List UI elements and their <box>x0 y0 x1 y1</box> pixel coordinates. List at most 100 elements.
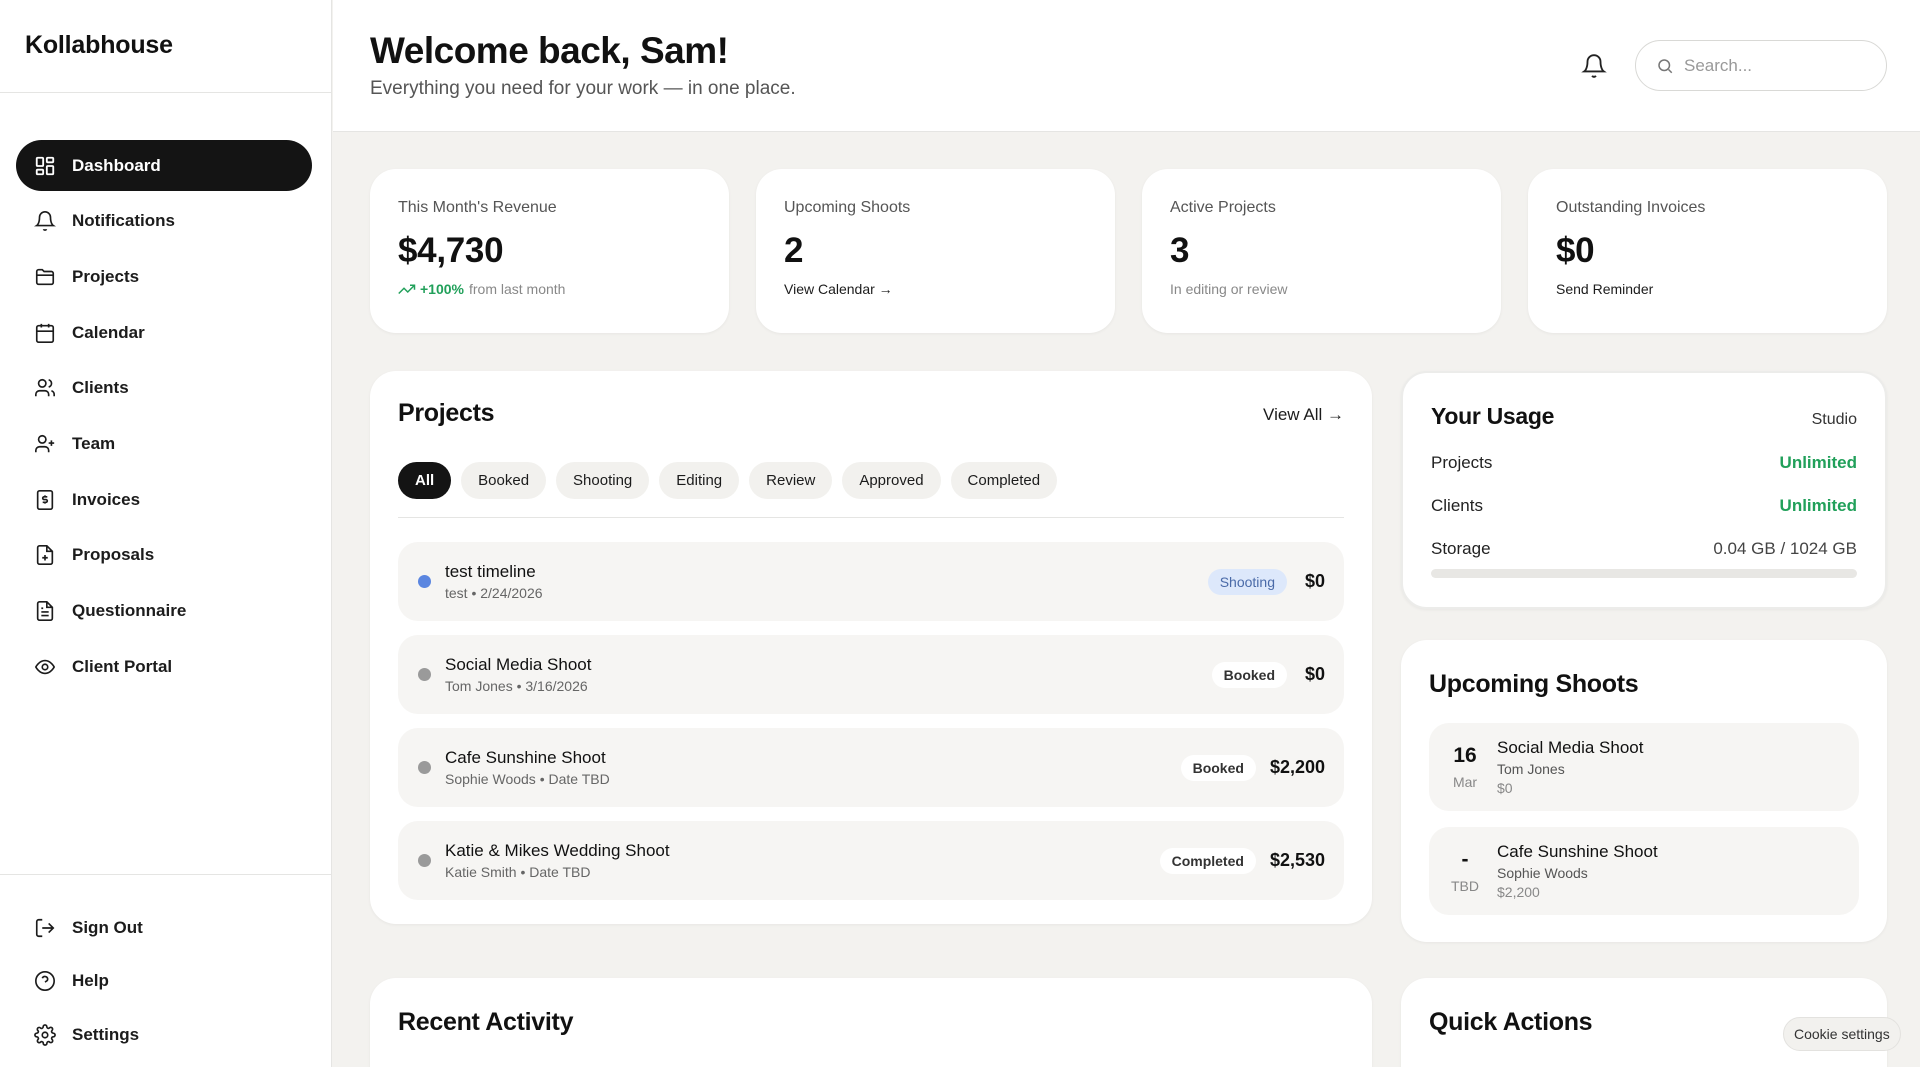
sidebar-item-label: Sign Out <box>72 917 143 937</box>
project-meta: Katie Smith • Date TBD <box>445 864 591 880</box>
trend-value: +100% <box>420 281 464 297</box>
project-list: test timeline test • 2/24/2026 Shooting … <box>398 542 1344 900</box>
stat-card-outstanding-invoices: Outstanding Invoices $0 Send Reminder <box>1528 169 1887 333</box>
sidebar-item-clients[interactable]: Clients <box>16 363 312 414</box>
send-reminder-link[interactable]: Send Reminder <box>1556 281 1859 297</box>
usage-label: Projects <box>1431 453 1493 472</box>
sidebar-item-notifications[interactable]: Notifications <box>16 196 312 247</box>
bell-icon <box>34 211 56 232</box>
notifications-bell-icon[interactable] <box>1581 53 1607 79</box>
shoot-month: Mar <box>1452 774 1478 790</box>
file-plus-icon <box>36 545 54 566</box>
project-info: Katie & Mikes Wedding Shoot Katie Smith … <box>445 841 1160 880</box>
sidebar-item-proposals[interactable]: Proposals <box>16 530 312 581</box>
stat-label: Upcoming Shoots <box>784 199 911 216</box>
sidebar-item-label: Proposals <box>72 545 155 565</box>
search-input[interactable] <box>1684 55 1874 76</box>
sidebar-item-dashboard[interactable]: Dashboard <box>16 140 312 191</box>
sidebar-item-invoices[interactable]: Invoices <box>16 474 312 525</box>
sidebar-item-label: Team <box>72 433 116 453</box>
shoot-month: TBD <box>1451 878 1479 894</box>
project-row[interactable]: Cafe Sunshine Shoot Sophie Woods • Date … <box>398 728 1344 807</box>
filter-booked[interactable]: Booked <box>461 462 547 499</box>
stat-footer: In editing or review <box>1170 281 1288 297</box>
status-badge: Completed <box>1159 847 1256 874</box>
sidebar-item-label: Calendar <box>72 322 145 342</box>
project-name: Katie & Mikes Wedding Shoot <box>445 841 670 860</box>
project-info: Cafe Sunshine Shoot Sophie Woods • Date … <box>445 748 1181 787</box>
project-row[interactable]: Social Media Shoot Tom Jones • 3/16/2026… <box>398 635 1344 714</box>
stat-card-active-projects: Active Projects 3 In editing or review <box>1142 169 1501 333</box>
help-button[interactable]: Help <box>16 956 312 1007</box>
usage-row-storage: Storage 0.04 GB / 1024 GB <box>1431 539 1857 559</box>
project-row[interactable]: Katie & Mikes Wedding Shoot Katie Smith … <box>398 821 1344 900</box>
usage-title: Your Usage <box>1431 403 1555 429</box>
project-amount: $0 <box>1304 664 1325 684</box>
view-all-link[interactable]: View All → <box>1263 405 1344 425</box>
filter-all[interactable]: All <box>398 462 452 499</box>
stat-value: $4,730 <box>398 231 504 270</box>
shoot-name: Cafe Sunshine Shoot <box>1497 842 1658 861</box>
project-row[interactable]: test timeline test • 2/24/2026 Shooting … <box>398 542 1344 621</box>
sidebar-item-label: Clients <box>72 378 129 398</box>
shoot-day: - <box>1461 848 1469 871</box>
project-filter-tabs: All Booked Shooting Editing Review Appro… <box>398 462 1344 518</box>
sidebar-item-label: Notifications <box>72 211 175 231</box>
status-dot <box>418 668 431 681</box>
upcoming-shoots-title: Upcoming Shoots <box>1429 670 1639 698</box>
sidebar-item-label: Client Portal <box>72 656 173 676</box>
page-title: Welcome back, Sam! <box>370 30 729 71</box>
sidebar-item-label: Invoices <box>72 489 141 509</box>
usage-value: Unlimited <box>1779 496 1857 515</box>
shoot-date: 16 Mar <box>1445 744 1485 790</box>
sidebar-item-projects[interactable]: Projects <box>16 251 312 302</box>
plan-name: Studio <box>1811 411 1857 428</box>
user-plus-icon <box>35 434 55 453</box>
status-badge: Booked <box>1180 754 1256 781</box>
sidebar-item-team[interactable]: Team <box>16 418 312 469</box>
shoot-day: 16 <box>1453 744 1477 767</box>
stat-card-revenue: This Month's Revenue $4,730 +100% from l… <box>370 169 729 333</box>
gear-icon <box>34 1023 56 1046</box>
sign-out-button[interactable]: Sign Out <box>16 902 312 953</box>
dashboard-icon <box>35 156 55 175</box>
sidebar-item-client-portal[interactable]: Client Portal <box>16 641 312 692</box>
shoot-amount: $2,200 <box>1497 884 1540 900</box>
sidebar: Kollabhouse Dashboard Notifications Proj… <box>0 0 332 1067</box>
shoot-client: Sophie Woods <box>1497 865 1588 881</box>
settings-button[interactable]: Settings <box>16 1009 312 1060</box>
filter-completed[interactable]: Completed <box>950 462 1058 499</box>
top-header: Welcome back, Sam! Everything you need f… <box>333 0 1920 132</box>
project-amount: $2,530 <box>1269 850 1325 870</box>
trend-caption: from last month <box>468 281 566 297</box>
stat-label: This Month's Revenue <box>398 199 557 216</box>
project-name: Cafe Sunshine Shoot <box>445 748 606 767</box>
cookie-settings-button[interactable]: Cookie settings <box>1783 1017 1901 1051</box>
project-name: test timeline <box>445 562 536 581</box>
shoot-row[interactable]: - TBD Cafe Sunshine Shoot Sophie Woods $… <box>1429 827 1859 915</box>
stat-value: 2 <box>784 231 804 270</box>
filter-shooting[interactable]: Shooting <box>556 462 650 499</box>
filter-review[interactable]: Review <box>749 462 833 499</box>
view-calendar-link[interactable]: View Calendar → <box>784 281 1087 297</box>
project-info: test timeline test • 2/24/2026 <box>445 562 1208 601</box>
filter-editing[interactable]: Editing <box>659 462 740 499</box>
project-amount: $0 <box>1304 571 1325 591</box>
upcoming-shoots-card: Upcoming Shoots 16 Mar Social Media Shoo… <box>1401 640 1887 942</box>
project-name: Social Media Shoot <box>445 655 592 674</box>
usage-row-projects: Projects Unlimited <box>1431 453 1857 473</box>
search-box[interactable] <box>1635 40 1887 91</box>
usage-value: 0.04 GB / 1024 GB <box>1713 539 1857 558</box>
sign-out-icon <box>35 918 55 937</box>
filter-approved[interactable]: Approved <box>842 462 941 499</box>
usage-card: Your Usage Studio Projects Unlimited Cli… <box>1401 371 1887 609</box>
shoot-row[interactable]: 16 Mar Social Media Shoot Tom Jones $0 <box>1429 723 1859 811</box>
status-badge: Shooting <box>1207 568 1287 595</box>
status-dot <box>418 761 431 774</box>
sidebar-item-questionnaire[interactable]: Questionnaire <box>16 586 312 637</box>
sidebar-item-calendar[interactable]: Calendar <box>16 307 312 358</box>
help-icon <box>35 971 55 992</box>
sidebar-item-label: Help <box>72 971 109 991</box>
sidebar-footer: Sign Out Help Settings <box>0 874 331 1063</box>
usage-label: Storage <box>1431 539 1491 558</box>
